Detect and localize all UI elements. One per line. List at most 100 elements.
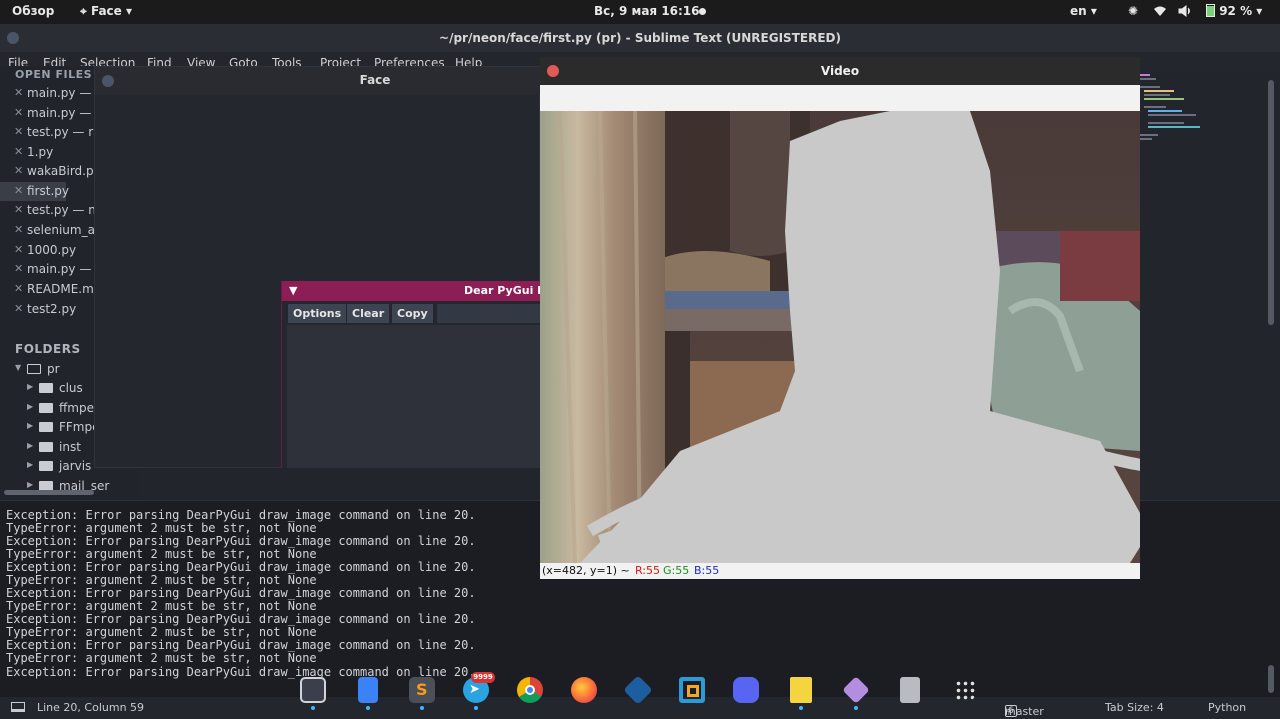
close-icon[interactable]: ✕ <box>14 86 23 99</box>
open-file-label: selenium_au <box>27 223 103 237</box>
running-indicator <box>420 706 424 710</box>
console-line: Exception: Error parsing DearPyGui draw_… <box>6 665 476 679</box>
branch-count-badge: 6 <box>1005 705 1017 717</box>
folder-icon <box>39 383 53 393</box>
close-icon[interactable]: ✕ <box>14 302 23 315</box>
close-icon[interactable]: ✕ <box>14 145 23 158</box>
app-menu-label: Face <box>90 4 122 18</box>
folder-open-icon <box>27 364 41 374</box>
chevron-right-icon[interactable]: ▶ <box>27 480 33 489</box>
close-icon[interactable]: ✕ <box>14 243 23 256</box>
sublime-titlebar: ~/pr/neon/face/first.py (pr) - Sublime T… <box>0 24 1280 52</box>
chrome-icon[interactable] <box>517 677 543 703</box>
notification-dot-icon <box>699 8 706 15</box>
chevron-right-icon[interactable]: ▶ <box>27 421 33 430</box>
log-filter-input[interactable] <box>437 304 541 323</box>
webcam-frame <box>540 111 1140 563</box>
syntax-selector[interactable]: Python <box>1208 701 1246 714</box>
chevron-right-icon[interactable]: ▶ <box>27 402 33 411</box>
chevron-right-icon[interactable]: ▶ <box>27 441 33 450</box>
folder-label: clus <box>59 381 83 395</box>
console-line: TypeError: argument 2 must be str, not N… <box>6 625 317 639</box>
running-indicator <box>854 706 858 710</box>
console-scrollbar[interactable] <box>1268 665 1274 693</box>
webcam-image <box>540 111 1140 563</box>
app-menu[interactable]: ⌖ Face ▾ <box>80 4 132 19</box>
open-file-label: main.py — p <box>27 86 103 100</box>
close-icon[interactable]: ✕ <box>14 164 23 177</box>
sublime-icon[interactable]: S <box>409 677 435 703</box>
close-icon[interactable]: ✕ <box>14 125 23 138</box>
trash-icon[interactable] <box>900 677 920 703</box>
tab-size[interactable]: Tab Size: 4 <box>1105 701 1164 714</box>
open-file-label: test.py — ra <box>27 125 101 139</box>
firefox-icon[interactable] <box>571 677 597 703</box>
close-icon[interactable]: ✕ <box>14 184 23 197</box>
battery-indicator[interactable]: 92 % ▾ <box>1206 4 1262 18</box>
battery-icon <box>1206 4 1215 17</box>
logger-title: Dear PyGui Lo <box>464 284 552 297</box>
video-window-title: Video <box>820 64 860 78</box>
running-indicator <box>311 706 315 710</box>
console-line: TypeError: argument 2 must be str, not N… <box>6 599 317 613</box>
volume-icon[interactable] <box>1178 4 1192 19</box>
panel-toggle-icon[interactable] <box>11 702 25 712</box>
close-icon[interactable]: ✕ <box>14 223 23 236</box>
open-file-label: test2.py <box>27 302 77 316</box>
open-file-item-selected[interactable]: ✕ first.py <box>0 182 69 201</box>
logger-titlebar[interactable]: ▼ Dear PyGui Lo <box>282 281 552 301</box>
face-titlebar[interactable]: Face <box>95 67 541 95</box>
gnome-top-bar: Обзор ⌖ Face ▾ Вс, 9 мая 16:16 en ▾ ✺ 92… <box>0 0 1280 24</box>
folder-label: inst <box>59 440 81 454</box>
running-indicator <box>474 706 478 710</box>
cursor-coords: (x=482, y=1) ~ <box>542 564 630 577</box>
collapse-triangle-icon[interactable]: ▼ <box>289 284 297 297</box>
folder-icon <box>39 461 53 471</box>
pixel-info-bar: (x=482, y=1) ~ R:55 G:55 B:55 <box>540 563 1140 579</box>
close-icon[interactable]: ✕ <box>14 282 23 295</box>
open-file-label: 1000.py <box>27 243 77 257</box>
open-file-label: test.py — n <box>27 203 96 217</box>
chevron-down-icon[interactable]: ▼ <box>15 363 21 372</box>
green-value: G:55 <box>663 564 690 577</box>
console-line: Exception: Error parsing DearPyGui draw_… <box>6 534 476 548</box>
editor-scrollbar[interactable] <box>1268 80 1274 325</box>
log-output <box>287 325 541 468</box>
open-file-label: 1.py <box>27 145 54 159</box>
discord-icon[interactable] <box>733 677 759 703</box>
files-icon[interactable] <box>300 677 326 703</box>
box-icon[interactable] <box>679 677 705 703</box>
console-line: Exception: Error parsing DearPyGui draw_… <box>6 612 476 626</box>
sidebar-scrollbar[interactable] <box>4 490 94 495</box>
video-window[interactable]: Video (x=482, y=1) ~ R:55 G:55 B:55 <box>540 57 1140 579</box>
video-titlebar[interactable]: Video <box>540 57 1140 85</box>
clock[interactable]: Вс, 9 мая 16:16 <box>594 4 700 18</box>
app-grid-icon[interactable] <box>955 680 975 700</box>
notes-icon[interactable] <box>790 677 812 703</box>
telegram-badge: 9999 <box>471 672 495 683</box>
chevron-down-icon: ▾ <box>1256 4 1263 18</box>
options-button[interactable]: Options <box>288 304 347 323</box>
clear-button[interactable]: Clear <box>347 304 390 323</box>
console-line: Exception: Error parsing DearPyGui draw_… <box>6 586 476 600</box>
folder-label: jarvis <box>59 459 92 473</box>
phone-icon[interactable] <box>358 677 378 703</box>
console-line: Exception: Error parsing DearPyGui draw_… <box>6 638 476 652</box>
close-icon[interactable]: ✕ <box>14 262 23 275</box>
folder-label: pr <box>47 362 60 376</box>
dearpygui-logger[interactable]: ▼ Dear PyGui Lo Options Clear Copy <box>281 281 552 468</box>
chevron-down-icon: ▾ <box>1090 4 1097 18</box>
brightness-icon[interactable]: ✺ <box>1128 4 1138 18</box>
minimap[interactable] <box>1138 72 1268 152</box>
chevron-right-icon[interactable]: ▶ <box>27 460 33 469</box>
language-selector[interactable]: en ▾ <box>1070 4 1097 18</box>
chevron-right-icon[interactable]: ▶ <box>27 382 33 391</box>
app-menu-icon: ⌖ <box>80 4 87 18</box>
wifi-icon[interactable] <box>1153 4 1167 19</box>
running-indicator <box>366 706 370 710</box>
activities-button[interactable]: Обзор <box>12 4 54 18</box>
open-file-label: first.py <box>27 184 69 198</box>
copy-button[interactable]: Copy <box>392 304 433 323</box>
close-icon[interactable]: ✕ <box>14 106 23 119</box>
close-icon[interactable]: ✕ <box>14 203 23 216</box>
